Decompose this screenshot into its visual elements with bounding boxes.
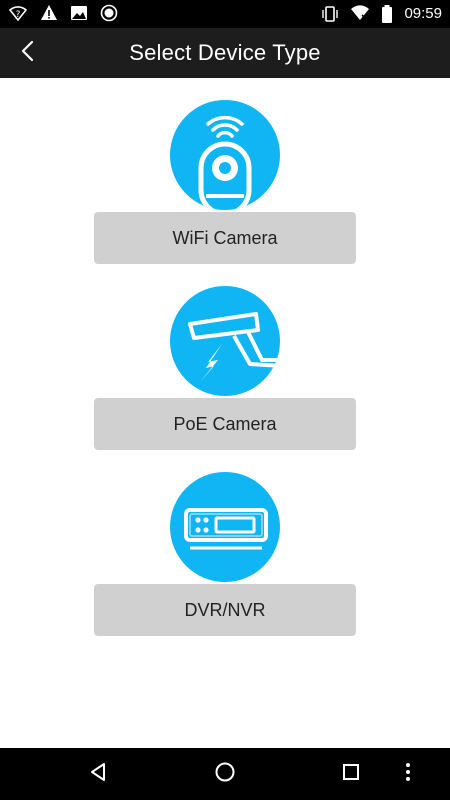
back-button[interactable] bbox=[8, 34, 48, 72]
nav-back-button[interactable] bbox=[68, 748, 128, 800]
nav-recents-button[interactable] bbox=[321, 748, 381, 800]
status-right-icons: 09:59 bbox=[320, 3, 442, 25]
dvr-nvr-icon[interactable] bbox=[170, 472, 280, 582]
page-title: Select Device Type bbox=[129, 40, 321, 65]
back-triangle-icon bbox=[87, 761, 109, 788]
wifi-question-icon: ? bbox=[8, 3, 28, 23]
status-left-icons: ? bbox=[8, 3, 118, 23]
battery-icon bbox=[380, 4, 394, 24]
recents-square-icon bbox=[341, 762, 361, 787]
nav-menu-button[interactable] bbox=[388, 748, 428, 800]
more-dots-icon bbox=[404, 761, 412, 788]
dvr-nvr-button[interactable]: DVR/NVR bbox=[94, 584, 356, 636]
app-bar: Select Device Type bbox=[0, 28, 450, 78]
navigation-bar bbox=[0, 748, 450, 800]
record-icon bbox=[100, 4, 118, 22]
status-bar: ? 09:59 bbox=[0, 0, 450, 28]
vibrate-icon bbox=[320, 4, 340, 24]
image-icon bbox=[70, 4, 88, 22]
poe-camera-icon[interactable] bbox=[170, 286, 280, 396]
nav-home-button[interactable] bbox=[195, 748, 255, 800]
alert-icon bbox=[40, 4, 58, 22]
wifi-camera-icon[interactable] bbox=[170, 100, 280, 210]
signal-icon bbox=[350, 4, 370, 24]
svg-text:?: ? bbox=[16, 10, 21, 20]
poe-camera-button[interactable]: PoE Camera bbox=[94, 398, 356, 450]
status-time: 09:59 bbox=[404, 5, 442, 22]
chevron-left-icon bbox=[18, 39, 38, 68]
home-circle-icon bbox=[214, 761, 236, 788]
wifi-camera-button[interactable]: WiFi Camera bbox=[94, 212, 356, 264]
